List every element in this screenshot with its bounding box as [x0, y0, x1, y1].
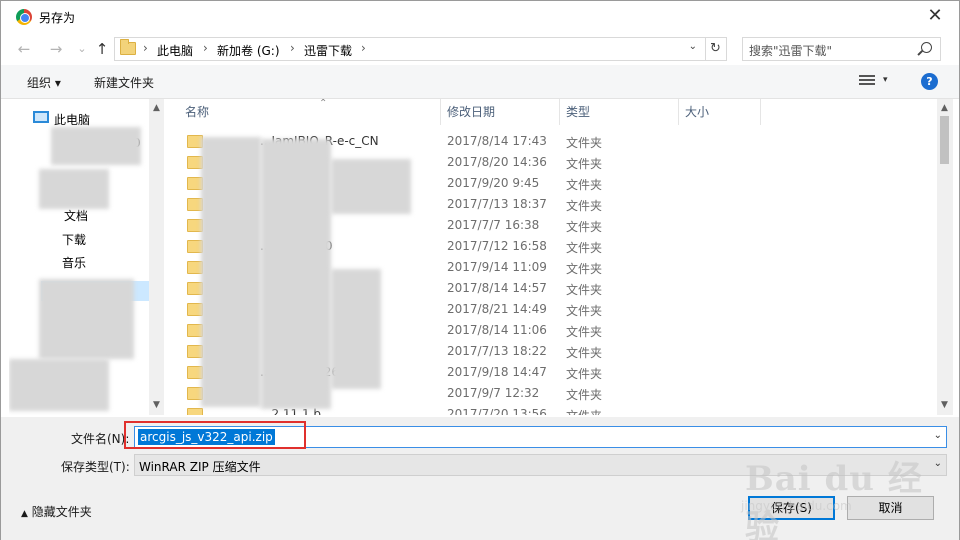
- redacted-region: [9, 359, 109, 411]
- breadcrumb-separator: ›: [290, 41, 295, 55]
- file-date: 2017/7/12 16:58: [447, 239, 547, 253]
- file-type: 文件夹: [566, 136, 603, 150]
- file-date: 2017/8/14 11:06: [447, 323, 547, 337]
- column-header-type[interactable]: 类型: [560, 99, 679, 125]
- file-type: 文件夹: [566, 367, 603, 381]
- navigation-scrollbar[interactable]: ▲ ▼: [149, 99, 164, 415]
- breadcrumb-separator: ›: [203, 41, 208, 55]
- file-date: 2017/7/13 18:22: [447, 344, 547, 358]
- baidu-jingyan-watermark: Bai du 经验 jingyan.baidu.com: [731, 441, 931, 540]
- redacted-region: [51, 127, 141, 165]
- redacted-region: [331, 269, 381, 389]
- scroll-thumb[interactable]: [940, 116, 949, 164]
- file-list-scrollbar[interactable]: ▲ ▼: [937, 99, 953, 415]
- redacted-region: [201, 137, 261, 407]
- folder-icon: [120, 39, 136, 55]
- breadcrumb-this-pc[interactable]: 此电脑: [157, 42, 193, 59]
- new-folder-button[interactable]: 新建文件夹: [94, 74, 154, 91]
- forward-icon[interactable]: →: [47, 39, 65, 59]
- sidebar-item-downloads[interactable]: 下载: [62, 231, 86, 248]
- file-type: 文件夹: [566, 199, 603, 213]
- file-type: 文件夹: [566, 157, 603, 171]
- file-date: 2017/9/20 9:45: [447, 176, 540, 190]
- chevron-down-icon[interactable]: ⌄: [689, 41, 697, 52]
- hide-folders-label: 隐藏文件夹: [31, 505, 92, 519]
- file-date: 2017/7/13 18:37: [447, 197, 547, 211]
- file-list: 名称 ⌃ 修改日期 类型 大小 ...JamIBIO_R-e-c_CN2017/…: [165, 99, 937, 415]
- redacted-region: [39, 169, 109, 209]
- file-type: 文件夹: [566, 407, 602, 415]
- chevron-down-icon[interactable]: ⌄: [934, 430, 942, 441]
- chrome-icon: [16, 9, 32, 25]
- search-placeholder: 搜索"迅雷下载": [749, 44, 833, 58]
- file-date: 2017/9/18 14:47: [447, 365, 547, 379]
- close-button[interactable]: ✕: [925, 6, 945, 26]
- view-dropdown-icon[interactable]: ▾: [883, 75, 888, 85]
- search-icon: [921, 42, 932, 53]
- scroll-up-icon[interactable]: ▲: [937, 101, 952, 116]
- file-type: 文件夹: [566, 388, 603, 402]
- file-date: 2017/8/20 14:36: [447, 155, 547, 169]
- sidebar-item-documents[interactable]: 文档: [64, 207, 88, 224]
- up-icon[interactable]: ↑: [93, 39, 111, 59]
- breadcrumb-xunlei-downloads[interactable]: 迅雷下载: [304, 42, 352, 59]
- file-date: 2017/7/7 16:38: [447, 218, 540, 232]
- file-type: 文件夹: [566, 283, 603, 297]
- sidebar-item-this-pc[interactable]: 此电脑: [54, 111, 90, 128]
- column-name-label: 名称: [185, 105, 210, 119]
- file-date: 2017/7/20 13:56: [447, 407, 547, 415]
- redacted-region: [39, 279, 134, 359]
- hide-folders-toggle[interactable]: ▲ 隐藏文件夹: [21, 503, 92, 520]
- redacted-region: [331, 159, 411, 214]
- scroll-up-icon[interactable]: ▲: [149, 101, 164, 116]
- column-header-name[interactable]: 名称 ⌃: [179, 99, 441, 125]
- search-input[interactable]: 搜索"迅雷下载": [742, 37, 941, 61]
- help-icon[interactable]: ?: [921, 73, 938, 90]
- chevron-up-icon: ▲: [21, 509, 28, 519]
- computer-icon: [33, 111, 49, 123]
- file-type: 文件夹: [566, 325, 603, 339]
- file-type: 文件夹: [566, 178, 603, 192]
- file-type: 文件夹: [566, 262, 603, 276]
- navigation-bar: ← → ⌄ ↑ › 此电脑 › 新加卷 (G:) › 迅雷下载 › ⌄ ↻ 搜索…: [1, 35, 959, 63]
- file-date: 2017/8/21 14:49: [447, 302, 547, 316]
- breadcrumb-drive-g[interactable]: 新加卷 (G:): [217, 42, 280, 59]
- file-type: 文件夹: [566, 304, 603, 318]
- sort-ascending-icon: ⌃: [319, 99, 328, 109]
- column-header-size[interactable]: 大小: [679, 99, 761, 125]
- file-date: 2017/9/14 11:09: [447, 260, 547, 274]
- file-type: 文件夹: [566, 241, 603, 255]
- redacted-region: [261, 139, 331, 409]
- file-date: 2017/9/7 12:32: [447, 386, 540, 400]
- watermark-logo: Bai du 经验: [745, 459, 923, 540]
- watermark-url: jingyan.baidu.com: [741, 499, 852, 513]
- filetype-label: 保存类型(T):: [61, 460, 130, 474]
- recent-locations-icon[interactable]: ⌄: [73, 39, 91, 59]
- window-title: 另存为: [39, 11, 76, 25]
- file-date: 2017/8/14 14:57: [447, 281, 547, 295]
- scroll-down-icon[interactable]: ▼: [149, 398, 164, 413]
- sidebar-item-music[interactable]: 音乐: [62, 254, 86, 271]
- folder-icon: [187, 408, 203, 415]
- breadcrumb-separator: ›: [361, 41, 366, 55]
- view-options-icon[interactable]: [859, 75, 875, 88]
- file-date: 2017/8/14 17:43: [447, 134, 547, 148]
- organize-button[interactable]: 组织 ▾: [27, 74, 61, 91]
- filename-label: 文件名(N):: [71, 432, 130, 446]
- refresh-button[interactable]: ↻: [705, 37, 727, 61]
- title-bar: 另存为 ✕: [1, 1, 959, 33]
- address-bar[interactable]: › 此电脑 › 新加卷 (G:) › 迅雷下载 › ⌄: [114, 37, 706, 61]
- chevron-down-icon[interactable]: ⌄: [934, 458, 942, 469]
- highlight-annotation: [124, 421, 306, 449]
- file-type: 文件夹: [566, 220, 603, 234]
- navigation-pane: 此电脑 0 文档 下载 音乐 盘: [9, 99, 164, 415]
- file-type: 文件夹: [566, 346, 603, 360]
- back-icon[interactable]: ←: [15, 39, 33, 59]
- scroll-down-icon[interactable]: ▼: [937, 398, 952, 413]
- save-as-dialog: 另存为 ✕ ← → ⌄ ↑ › 此电脑 › 新加卷 (G:) › 迅雷下载 › …: [0, 0, 960, 540]
- breadcrumb-separator: ›: [143, 41, 148, 55]
- column-header-date[interactable]: 修改日期: [441, 99, 560, 125]
- filetype-value: WinRAR ZIP 压缩文件: [139, 460, 261, 474]
- command-toolbar: 组织 ▾ 新建文件夹 ▾ ?: [1, 65, 959, 99]
